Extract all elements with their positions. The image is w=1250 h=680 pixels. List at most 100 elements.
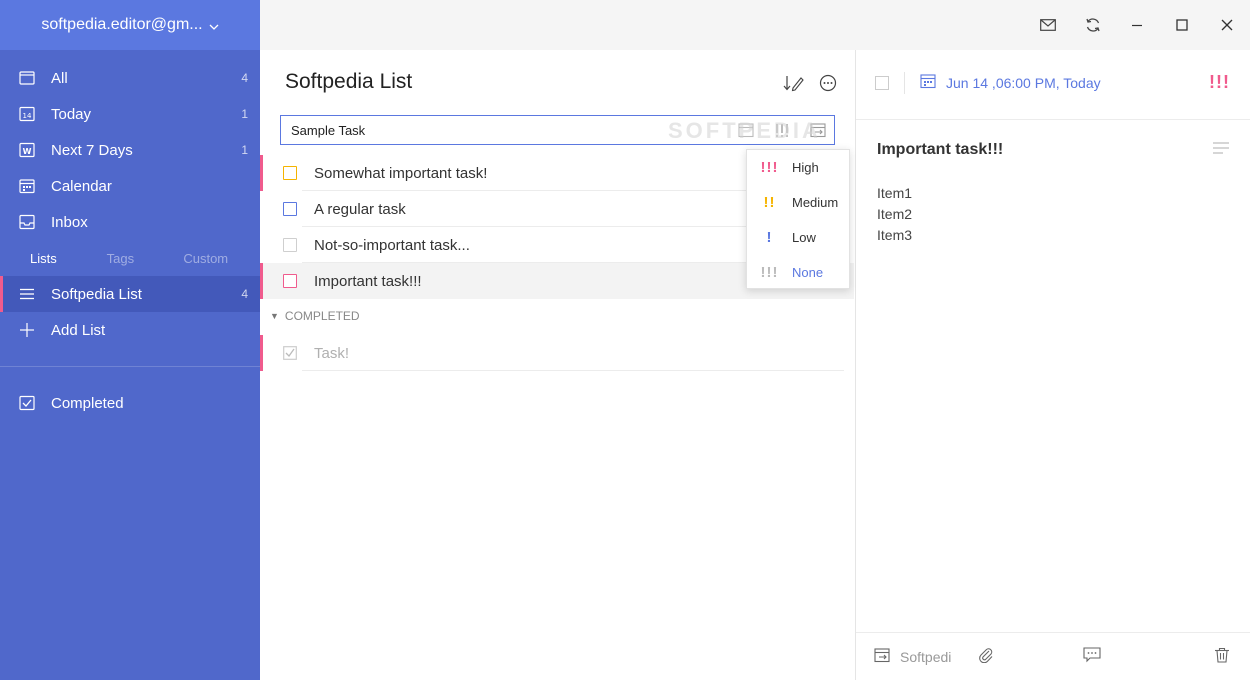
description-line: Item3 xyxy=(877,227,913,243)
sync-icon[interactable] xyxy=(1081,13,1105,37)
week-icon: W xyxy=(18,141,36,159)
due-date-text: Jun 14 ,06:00 PM, Today xyxy=(946,74,1101,91)
priority-low-icon: ! xyxy=(766,229,773,246)
task-marker xyxy=(260,155,263,191)
description-line: Item2 xyxy=(877,206,913,222)
trash-icon[interactable] xyxy=(1214,647,1230,663)
sidebar-item-completed[interactable]: Completed xyxy=(0,385,260,421)
maximize-icon[interactable] xyxy=(1170,13,1194,37)
completed-header: COMPLETED xyxy=(284,309,360,323)
mail-icon[interactable] xyxy=(1036,13,1060,37)
task-title: Task! xyxy=(314,344,350,362)
task-checkbox[interactable] xyxy=(283,202,297,216)
move-list-button[interactable]: Softpedi xyxy=(874,647,951,666)
priority-option-low[interactable]: ! Low xyxy=(747,220,849,255)
task-checkbox[interactable] xyxy=(283,238,297,252)
priority-label: Low xyxy=(792,230,816,245)
plus-icon xyxy=(18,321,36,339)
sidebar-item-label: Today xyxy=(51,105,92,123)
sidebar-item-count: 1 xyxy=(241,107,248,121)
detail-footer: Softpedi xyxy=(856,632,1250,680)
inbox-icon xyxy=(18,213,36,231)
account-name: softpedia.editor@gm... xyxy=(41,16,203,33)
description-mode-icon[interactable] xyxy=(1212,141,1230,160)
task-title: Important task!!! xyxy=(314,272,422,290)
task-list-pane: Softpedia List Somewhat important task! xyxy=(260,50,856,680)
sidebar-item-label: Completed xyxy=(51,394,124,412)
priority-menu: !!! High !! Medium ! Low !!! None xyxy=(746,149,850,289)
all-icon xyxy=(18,69,36,87)
sidebar-tabs: Lists Tags Custom xyxy=(0,240,260,276)
tab-lists[interactable]: Lists xyxy=(30,251,107,266)
close-icon[interactable] xyxy=(1215,13,1239,37)
due-date-button[interactable]: Jun 14 ,06:00 PM, Today xyxy=(920,73,1101,92)
completed-section-toggle[interactable]: ▼ COMPLETED xyxy=(270,309,360,323)
sidebar-item-label: Calendar xyxy=(51,177,112,195)
sidebar-item-count: 1 xyxy=(241,143,248,157)
priority-medium-icon: !! xyxy=(763,194,776,211)
watermark: SOFTPEDIA xyxy=(668,118,821,143)
sidebar-item-calendar[interactable]: Calendar xyxy=(0,168,260,204)
description-line: Item1 xyxy=(877,185,913,201)
sidebar-item-all[interactable]: All 4 xyxy=(0,60,260,96)
sidebar-item-label: Softpedia List xyxy=(51,285,142,303)
list-toolbar xyxy=(783,74,837,97)
detail-task-title[interactable]: Important task!!! xyxy=(877,141,1003,159)
account-switcher[interactable]: softpedia.editor@gm... xyxy=(0,0,260,50)
detail-description[interactable]: Item1 Item2 Item3 xyxy=(877,183,912,246)
comment-icon[interactable] xyxy=(1083,647,1101,663)
detail-header: Jun 14 ,06:00 PM, Today !!! xyxy=(856,50,1250,120)
caret-down-icon: ▼ xyxy=(270,311,279,321)
sidebar-divider xyxy=(0,366,260,367)
priority-high-icon[interactable]: !!! xyxy=(1209,72,1230,93)
list-name: Softpedi xyxy=(900,648,952,665)
window-titlebar xyxy=(260,0,1250,50)
svg-text:W: W xyxy=(23,147,32,156)
add-task-input[interactable] xyxy=(291,122,711,138)
task-checkbox[interactable] xyxy=(283,274,297,288)
attachment-icon[interactable] xyxy=(978,647,994,663)
sort-icon[interactable] xyxy=(783,74,805,97)
sidebar: softpedia.editor@gm... All 4 14 Today 1 … xyxy=(0,0,260,680)
list-title: Softpedia List xyxy=(285,70,413,93)
add-list-button[interactable]: Add List xyxy=(0,312,260,348)
priority-label: None xyxy=(792,265,824,280)
move-to-list-icon xyxy=(874,647,890,666)
svg-text:14: 14 xyxy=(23,112,32,120)
sidebar-item-today[interactable]: 14 Today 1 xyxy=(0,96,260,132)
calendar-icon xyxy=(920,73,936,92)
minimize-icon[interactable] xyxy=(1125,13,1149,37)
list-icon xyxy=(18,285,36,303)
sidebar-item-softpedia-list[interactable]: Softpedia List 4 xyxy=(0,276,260,312)
more-options-icon[interactable] xyxy=(819,74,837,97)
calendar-icon xyxy=(18,177,36,195)
sidebar-item-count: 4 xyxy=(241,71,248,85)
divider xyxy=(904,72,905,94)
priority-high-icon: !!! xyxy=(760,159,779,176)
priority-option-high[interactable]: !!! High xyxy=(747,150,849,185)
task-marker xyxy=(260,335,263,371)
task-checkbox[interactable] xyxy=(283,166,297,180)
completed-task-row[interactable]: Task! xyxy=(260,335,854,371)
priority-label: Medium xyxy=(792,195,839,210)
task-title: A regular task xyxy=(314,200,406,218)
priority-none-icon: !!! xyxy=(760,264,779,281)
detail-checkbox[interactable] xyxy=(875,76,889,90)
chevron-down-icon xyxy=(209,19,219,33)
task-marker xyxy=(260,263,263,299)
add-list-label: Add List xyxy=(51,321,106,339)
priority-label: High xyxy=(792,160,819,175)
tab-tags[interactable]: Tags xyxy=(107,251,184,266)
checked-checkbox-icon[interactable] xyxy=(283,346,297,365)
priority-option-none[interactable]: !!! None xyxy=(747,255,849,290)
priority-option-medium[interactable]: !! Medium xyxy=(747,185,849,220)
task-title: Not-so-important task... xyxy=(314,236,470,254)
tab-custom[interactable]: Custom xyxy=(183,251,260,266)
sidebar-item-label: Inbox xyxy=(51,213,88,231)
completed-check-icon xyxy=(18,394,36,412)
today-calendar-icon: 14 xyxy=(18,105,36,123)
task-title: Somewhat important task! xyxy=(314,164,488,182)
sidebar-item-next-7-days[interactable]: W Next 7 Days 1 xyxy=(0,132,260,168)
sidebar-item-inbox[interactable]: Inbox xyxy=(0,204,260,240)
sidebar-item-label: All xyxy=(51,69,68,87)
